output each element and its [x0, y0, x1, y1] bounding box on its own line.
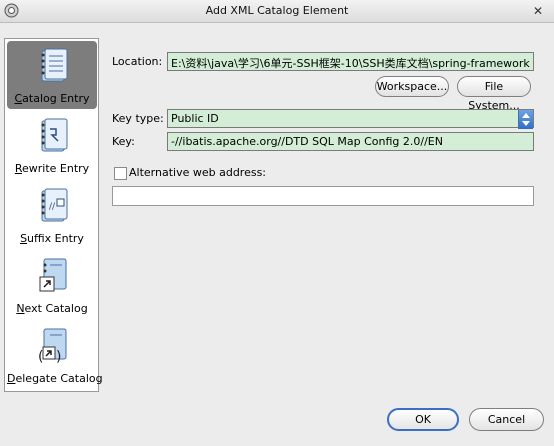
key-field[interactable]: -//ibatis.apache.org//DTD SQL Map Config… [167, 132, 534, 151]
entry-type-sidebar: Catalog Entry Rewrite Entry // Suffix En… [4, 38, 103, 392]
catalog-entry-icon [41, 48, 68, 82]
workspace-button[interactable]: Workspace... [375, 76, 449, 97]
key-type-label: Key type: [112, 112, 164, 125]
sidebar-item-label: Suffix Entry [7, 232, 97, 245]
alternative-web-address-checkbox[interactable] [114, 167, 127, 180]
rewrite-entry-icon [41, 118, 68, 152]
sidebar-item-label: Delegate Catalog [7, 372, 103, 385]
label-rest: elegate Catalog [15, 372, 103, 385]
delegate-catalog-icon: ( ) [38, 328, 67, 365]
dropdown-arrows-icon [518, 110, 533, 129]
ok-button[interactable]: OK [387, 408, 459, 431]
location-field[interactable]: E:\资料\java\学习\6单元-SSH框架-10\SSH类库文档\sprin… [167, 52, 534, 71]
sidebar-item-label: Catalog Entry [7, 92, 97, 105]
alternative-web-address-label: Alternative web address: [129, 166, 267, 179]
mnemonic-letter: R [14, 162, 22, 175]
label-rest: ewrite Entry [21, 162, 90, 175]
mnemonic-letter: N [16, 302, 25, 315]
sidebar-item-rewrite-entry[interactable]: Rewrite Entry [7, 111, 97, 179]
file-system-button[interactable]: File System... [457, 76, 531, 112]
suffix-entry-icon: // [41, 188, 68, 222]
close-icon[interactable]: ✕ [530, 3, 546, 19]
svg-text://: // [49, 202, 56, 212]
window-title: Add XML Catalog Element [205, 4, 349, 17]
key-type-select[interactable]: Public ID [167, 109, 534, 129]
alternative-web-address-field[interactable] [112, 186, 534, 206]
dialog-window: Add XML Catalog Element ✕ Catalog Entry [0, 0, 554, 446]
label-rest: ext Catalog [24, 302, 88, 315]
label-rest: uffix Entry [27, 232, 84, 245]
cancel-button[interactable]: Cancel [469, 408, 544, 431]
sidebar-item-suffix-entry[interactable]: // Suffix Entry [7, 181, 97, 249]
svg-text:): ) [56, 349, 61, 365]
label-rest: atalog Entry [22, 92, 90, 105]
key-type-value: Public ID [171, 112, 219, 125]
key-value: -//ibatis.apache.org//DTD SQL Map Config… [171, 135, 443, 148]
location-value: E:\资料\java\学习\6单元-SSH框架-10\SSH类库文档\sprin… [171, 57, 530, 70]
sidebar-item-catalog-entry[interactable]: Catalog Entry [7, 41, 97, 109]
next-catalog-icon [39, 258, 67, 292]
location-label: Location: [112, 55, 163, 68]
sidebar-item-next-catalog[interactable]: Next Catalog [7, 251, 97, 319]
title-bar: Add XML Catalog Element ✕ [0, 0, 554, 23]
sidebar-item-label: Next Catalog [7, 302, 97, 315]
mnemonic-letter: S [20, 232, 28, 245]
key-label: Key: [112, 135, 135, 148]
sidebar-item-label: Rewrite Entry [7, 162, 97, 175]
sidebar-item-delegate-catalog[interactable]: ( ) Delegate Catalog [7, 321, 103, 389]
